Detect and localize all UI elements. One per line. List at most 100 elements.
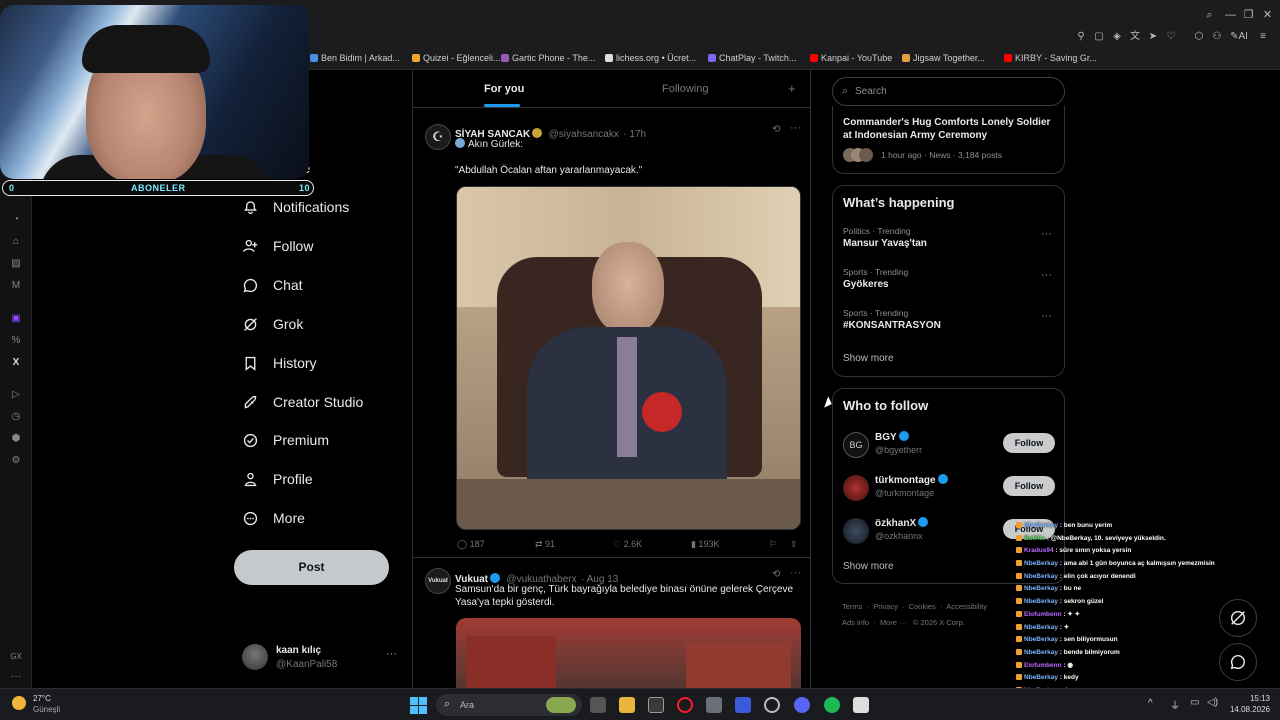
tweet-time[interactable]: · 17h	[623, 129, 646, 140]
gmail-icon[interactable]: M	[9, 279, 23, 293]
twitch-icon[interactable]: ▣	[9, 312, 23, 326]
search-icon[interactable]: ⌕	[1203, 9, 1216, 22]
translate-icon[interactable]: 文	[1129, 31, 1141, 43]
nav-item-premium[interactable]: Premium	[242, 426, 329, 454]
avatar[interactable]: Vukuat	[425, 568, 451, 594]
nav-item-profile[interactable]: Profile	[242, 465, 313, 493]
minimize-icon[interactable]: —	[1224, 9, 1237, 22]
avatar[interactable]: BG	[843, 432, 869, 458]
bookmark-item[interactable]: ChatPlay - Twitch...	[708, 53, 796, 63]
nav-item-grok[interactable]: Grok	[242, 310, 303, 338]
show-more-link[interactable]: Show more	[843, 561, 894, 572]
add-tab-button[interactable]: +	[788, 81, 796, 96]
bookmark-item[interactable]: Ben Bidim | Arkad...	[310, 53, 400, 63]
tweet-handle[interactable]: @siyahsancakx	[549, 129, 619, 140]
footer-link[interactable]: Cookies	[909, 602, 936, 611]
bookmark-item[interactable]: lichess.org • Ücret...	[605, 53, 696, 63]
settings-icon[interactable]: ⚙	[9, 454, 23, 468]
follow-button[interactable]: Follow	[1003, 433, 1055, 453]
bookmark-item[interactable]: Quizei - Eğlenceli...	[412, 53, 501, 63]
clock-icon[interactable]: ◷	[9, 410, 23, 424]
nav-item-history[interactable]: History	[242, 349, 317, 377]
bookmark-item[interactable]: Kanpai - YouTube	[810, 53, 892, 63]
account-switcher[interactable]: kaan kılıç @KaanPali58 ···	[242, 644, 404, 674]
percent-icon[interactable]: %	[9, 334, 23, 348]
nav-item-follow[interactable]: Follow	[242, 232, 313, 260]
show-more-link[interactable]: Show more	[843, 353, 894, 364]
ai-icon[interactable]: ✎AI	[1229, 31, 1249, 43]
chevron-up-icon[interactable]: ^	[1148, 698, 1153, 709]
volume-icon[interactable]: ◁)	[1207, 697, 1218, 708]
steam-icon[interactable]	[764, 697, 780, 713]
clock-date[interactable]: 14.08.2026	[1218, 705, 1270, 714]
bag-icon[interactable]: ⌂	[9, 235, 23, 249]
post-button[interactable]: Post	[234, 550, 389, 585]
x-icon[interactable]: X	[9, 356, 23, 370]
taskbar-search[interactable]: ⌕ Ara	[436, 694, 582, 716]
footer-link[interactable]: Accessibility	[946, 602, 987, 611]
trend-item[interactable]: Sports · Trending #KONSANTRASYON	[843, 308, 1058, 331]
stripes-icon[interactable]: ▨	[9, 257, 23, 271]
more-dots-icon[interactable]: ···	[386, 648, 397, 660]
spotify-icon[interactable]	[824, 697, 840, 713]
tab-following[interactable]: Following	[662, 83, 708, 95]
footer-link[interactable]: Terms	[842, 602, 862, 611]
trend-item[interactable]: Sports · Trending Gyökeres	[843, 267, 1058, 290]
app-icon[interactable]	[853, 697, 869, 713]
heart-icon[interactable]: ♡	[1165, 31, 1177, 43]
nav-item-creator-studio[interactable]: Creator Studio	[242, 388, 363, 416]
like-button[interactable]: ♡ 2.6K	[613, 539, 642, 550]
more-dots-icon[interactable]: ···	[790, 567, 801, 579]
more-icon[interactable]: ···	[9, 670, 23, 684]
footer-link[interactable]: Privacy	[873, 602, 898, 611]
more-dots-icon[interactable]: ···	[1041, 228, 1052, 240]
weather-temp[interactable]: 27°C	[33, 694, 51, 703]
nav-item-more[interactable]: More	[242, 504, 305, 532]
repost-button[interactable]: ⇄ 91	[535, 539, 555, 550]
bookmark-item[interactable]: Gartic Phone - The...	[501, 53, 595, 63]
share-icon[interactable]: ⇪	[790, 539, 798, 550]
discord-icon[interactable]	[794, 697, 810, 713]
grok-icon[interactable]	[1219, 599, 1257, 637]
avatar[interactable]	[843, 518, 869, 544]
views-button[interactable]: ▮ 193K	[691, 539, 719, 550]
suggested-user[interactable]: özkhanX @ozkhannx	[875, 517, 930, 541]
avatar[interactable]	[843, 475, 869, 501]
footer-link[interactable]: Ads info	[842, 618, 869, 627]
cube-icon[interactable]: ⬢	[9, 432, 23, 446]
bookmark-item[interactable]: Jigsaw Together...	[902, 53, 985, 63]
footer-link[interactable]: More ···	[880, 618, 907, 627]
extensions-icon[interactable]: ⬡	[1193, 31, 1205, 43]
app-icon[interactable]	[706, 697, 722, 713]
restore-icon[interactable]: ❐	[1242, 9, 1255, 22]
clock-time[interactable]: 15:13	[1228, 694, 1270, 703]
grok-icon[interactable]: ⟲	[772, 124, 780, 135]
follow-button[interactable]: Follow	[1003, 476, 1055, 496]
messages-icon[interactable]	[1219, 643, 1257, 681]
network-icon[interactable]: ▭	[1190, 697, 1199, 708]
search-input[interactable]: ⌕ Search	[832, 77, 1065, 106]
tweet-image[interactable]	[456, 186, 801, 530]
close-icon[interactable]: ✕	[1261, 9, 1274, 22]
tab-for-you[interactable]: For you	[484, 83, 524, 95]
more-dots-icon[interactable]: ···	[1041, 269, 1052, 281]
bookmark-icon[interactable]: ⚐	[769, 539, 777, 550]
speed-dial-icon[interactable]: ◔	[9, 213, 23, 227]
news-card[interactable]: Commander's Hug Comforts Lonely Soldier …	[832, 106, 1065, 174]
screenshot-icon[interactable]: ▢	[1093, 31, 1105, 43]
profile-icon[interactable]: ⚇	[1211, 31, 1223, 43]
microphone-icon[interactable]: ⏚	[1170, 697, 1180, 712]
weather-sun-icon[interactable]	[12, 696, 26, 710]
opera-gx-icon[interactable]	[677, 697, 693, 713]
store-icon[interactable]	[648, 697, 664, 713]
reply-button[interactable]: ◯ 187	[457, 539, 485, 550]
nav-item-notifications[interactable]: Notifications	[242, 193, 349, 221]
tweet-image[interactable]	[456, 618, 801, 688]
gx-icon[interactable]: GX	[9, 650, 23, 664]
tweet[interactable]: Vukuat Vukuat @vukuathaberx · Aug 13 ⟲ ·…	[413, 566, 810, 688]
task-view-icon[interactable]	[590, 697, 606, 713]
send-icon[interactable]: ➤	[1147, 31, 1159, 43]
avatar[interactable]: ☪	[425, 124, 451, 150]
play-icon[interactable]: ▷	[9, 388, 23, 402]
pin-icon[interactable]: ⚲	[1075, 31, 1087, 43]
